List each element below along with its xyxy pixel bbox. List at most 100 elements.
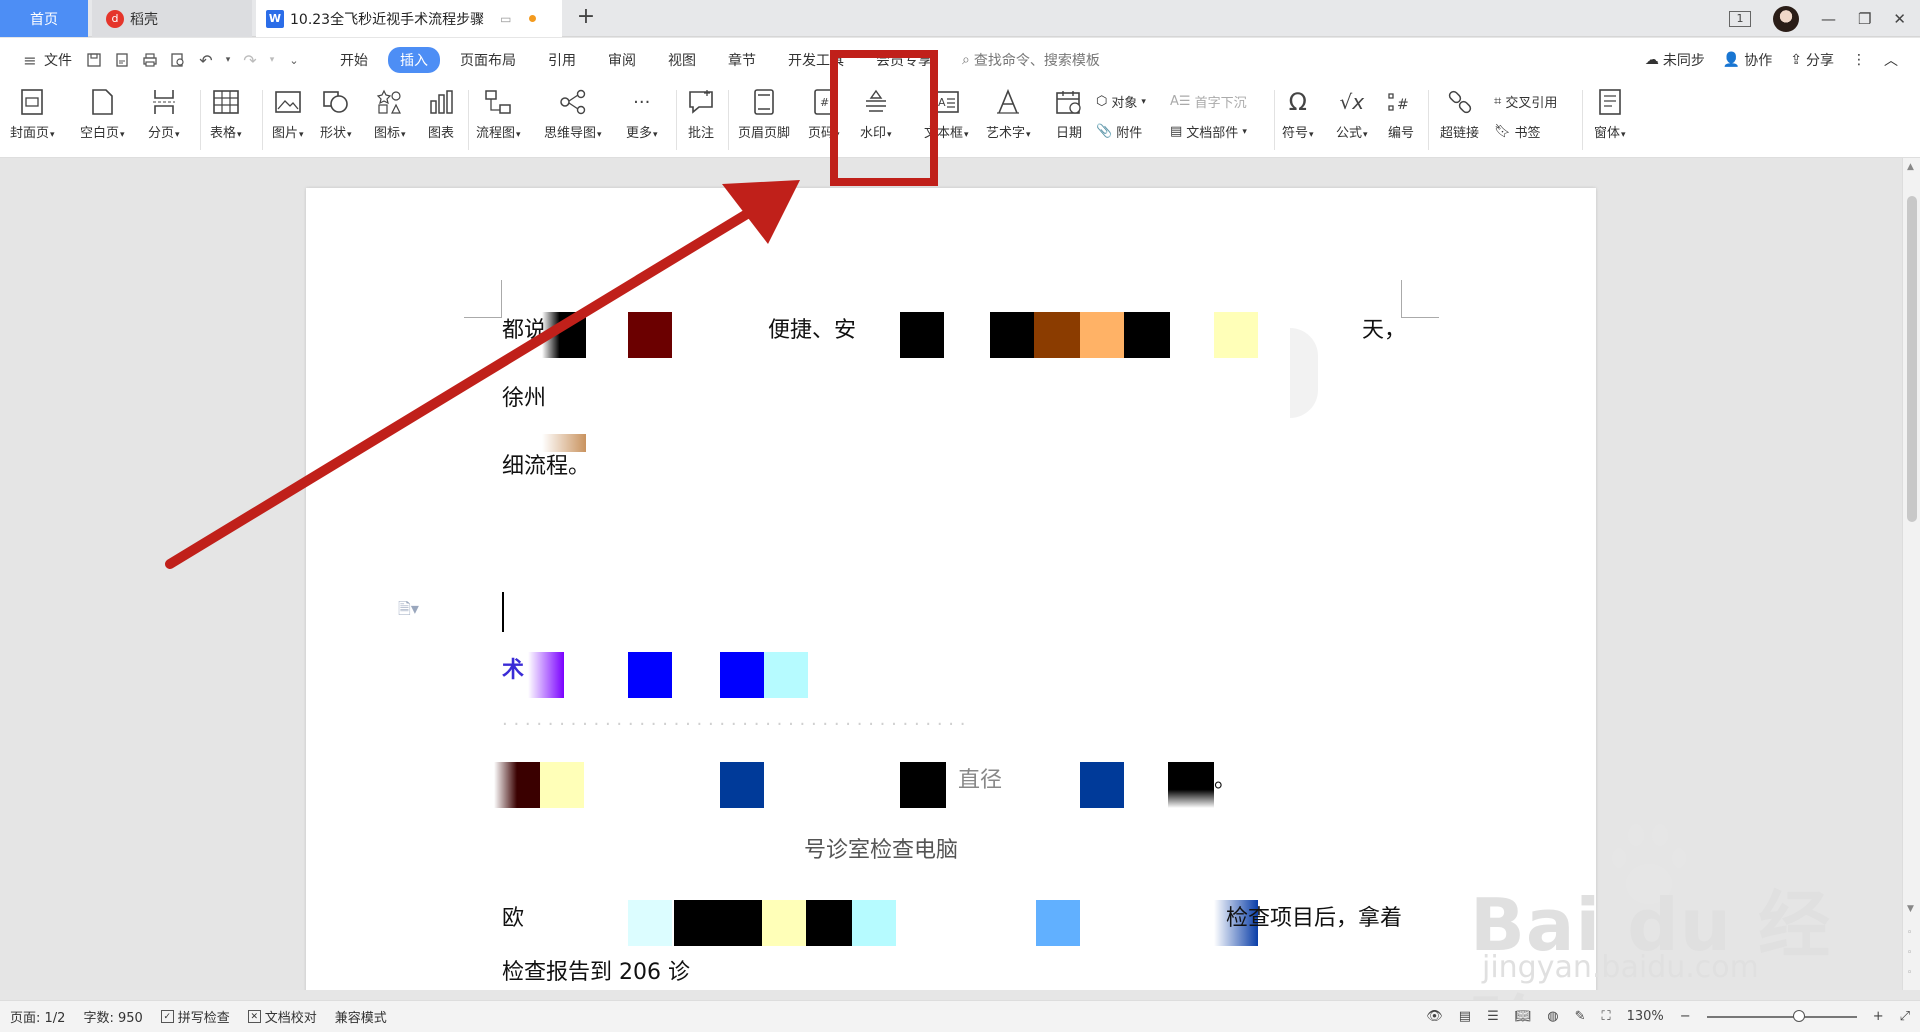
fullscreen-icon[interactable]: ⤢ xyxy=(1900,1009,1910,1024)
undo-dropdown-icon[interactable]: ▾ xyxy=(224,50,232,70)
eye-protection-icon[interactable]: 👁︎ xyxy=(1426,1009,1443,1024)
fit-page-icon[interactable]: ⛶ xyxy=(1602,1009,1611,1024)
tab-daoke[interactable]: d 稻壳 xyxy=(92,0,252,37)
tab-home[interactable]: 首页 xyxy=(0,0,88,37)
next-page-icon[interactable]: ◦ xyxy=(1907,968,1912,978)
ribbon-separator xyxy=(728,90,729,150)
header-footer-button[interactable]: 页眉页脚 xyxy=(738,86,790,141)
tab-document[interactable]: W 10.23全飞秒近视手术流程步骤 ▭ xyxy=(256,0,562,37)
mindmap-button[interactable]: 思维导图▾ xyxy=(544,86,602,141)
attachment-button[interactable]: 📎 附件 xyxy=(1096,122,1142,141)
drop-cap-button[interactable]: A☰ 首字下沉 xyxy=(1170,92,1247,111)
close-button[interactable]: ✕ xyxy=(1893,10,1906,28)
zoom-slider-knob[interactable] xyxy=(1792,1009,1805,1022)
print-icon[interactable] xyxy=(140,50,160,70)
share-button[interactable]: ⇪ 分享 xyxy=(1790,50,1834,70)
more-button[interactable]: ··· 更多▾ xyxy=(626,86,658,142)
zoom-in-button[interactable]: + xyxy=(1873,1009,1884,1024)
minimize-button[interactable]: — xyxy=(1821,10,1836,28)
file-menu[interactable]: ≡ 文件 xyxy=(16,50,76,70)
page-side-handle[interactable] xyxy=(1290,328,1318,418)
page-view-icon[interactable]: ▤ xyxy=(1459,1009,1471,1024)
scroll-up-icon[interactable]: ▲ xyxy=(1907,162,1914,172)
write-mode-icon[interactable]: ✎ xyxy=(1575,1009,1586,1024)
paragraph-line-2[interactable]: 徐州 xyxy=(502,380,546,412)
symbol-label: 符号 xyxy=(1282,126,1309,141)
doc-parts-button[interactable]: ▤ 文档部件 ▾ xyxy=(1170,122,1247,141)
cover-page-button[interactable]: 封面页▾ xyxy=(10,86,55,141)
spellcheck-button[interactable]: ✓ 拼写检查 xyxy=(160,1007,230,1026)
vertical-scrollbar[interactable]: ▲ ▼ ◦ ◦ ◦ xyxy=(1902,158,1920,990)
paragraph-line-9[interactable]: 检查报告到 206 诊 xyxy=(502,954,690,986)
scrollbar-thumb[interactable] xyxy=(1907,196,1917,522)
command-search[interactable]: ⌕ 查找命令、搜索模板 xyxy=(962,50,1100,70)
blank-page-button[interactable]: 空白页▾ xyxy=(80,86,125,141)
sync-status-button[interactable]: ☁ 未同步 xyxy=(1645,50,1705,70)
date-button[interactable]: 日期 xyxy=(1054,86,1084,141)
form-button[interactable]: 窗体▾ xyxy=(1594,86,1626,141)
shape-button[interactable]: 形状▾ xyxy=(320,86,352,141)
tab-chapter[interactable]: 章节 xyxy=(716,47,768,73)
formula-button[interactable]: √x 公式▾ xyxy=(1336,86,1368,141)
outline-view-icon[interactable]: ☰ xyxy=(1487,1009,1499,1024)
hyperlink-button[interactable]: 超链接 xyxy=(1440,86,1479,141)
web-view-icon[interactable]: ◍ xyxy=(1547,1009,1558,1024)
monitor-icon[interactable]: ▭ xyxy=(500,12,511,26)
blank-page-label: 空白页 xyxy=(80,126,120,141)
table-button[interactable]: 表格▾ xyxy=(210,86,242,141)
symbol-button[interactable]: Ω 符号▾ xyxy=(1282,86,1314,141)
reading-view-icon[interactable]: 📖︎ xyxy=(1515,1009,1532,1024)
redo-dropdown-icon[interactable]: ▾ xyxy=(268,50,276,70)
collapse-ribbon-icon[interactable]: ︿ xyxy=(1884,50,1898,70)
restore-button[interactable]: ❐ xyxy=(1858,10,1871,28)
new-tab-button[interactable]: + xyxy=(572,4,600,29)
more-options-icon[interactable]: ⋮ xyxy=(1852,52,1866,68)
tab-review[interactable]: 审阅 xyxy=(596,47,648,73)
avatar[interactable] xyxy=(1772,5,1799,32)
page-indicator[interactable]: 页面: 1/2 xyxy=(10,1007,65,1026)
object-button[interactable]: ⬡ 对象 ▾ xyxy=(1096,92,1146,111)
heading-text[interactable]: 术 xyxy=(502,652,524,684)
wordart-button[interactable]: 艺术字▾ xyxy=(986,86,1031,141)
numbering-button[interactable]: # 编号 xyxy=(1386,86,1416,141)
paragraph-line-3[interactable]: 细流程。 xyxy=(502,448,590,480)
print-preview-icon[interactable] xyxy=(168,50,188,70)
flowchart-button[interactable]: 流程图▾ xyxy=(476,86,521,141)
collaborate-button[interactable]: 👤 协作 xyxy=(1723,50,1772,70)
icon-button[interactable]: 图标▾ xyxy=(374,86,406,141)
hamburger-icon: ≡ xyxy=(23,50,37,70)
window-count-icon[interactable]: 1 xyxy=(1728,10,1751,27)
select-browse-icon[interactable]: ◦ xyxy=(1907,948,1912,958)
bookmark-button[interactable]: 🔖︎ 书签 xyxy=(1494,122,1541,141)
scroll-down-icon[interactable]: ▼ xyxy=(1907,904,1914,914)
paragraph-layout-icon[interactable]: 🗎▾ xyxy=(398,598,419,625)
header-footer-icon xyxy=(749,86,779,118)
picture-button[interactable]: 图片▾ xyxy=(272,86,304,141)
paragraph-line-7[interactable]: 号诊室检查电脑 xyxy=(804,832,958,864)
redo-icon[interactable]: ↷ xyxy=(240,50,260,70)
tab-references[interactable]: 引用 xyxy=(536,47,588,73)
paragraph-line-1[interactable]: 都说 xyxy=(502,312,546,344)
redaction-block xyxy=(900,762,946,808)
save-icon[interactable] xyxy=(84,50,104,70)
tab-view[interactable]: 视图 xyxy=(656,47,708,73)
page-break-button[interactable]: 分页▾ xyxy=(148,86,180,141)
share-label: 分享 xyxy=(1806,53,1834,69)
zoom-level[interactable]: 130% xyxy=(1627,1009,1664,1024)
zoom-slider[interactable] xyxy=(1706,1009,1857,1022)
tab-start[interactable]: 开始 xyxy=(328,47,380,73)
zoom-out-button[interactable]: − xyxy=(1680,1009,1691,1024)
tab-insert[interactable]: 插入 xyxy=(388,47,440,73)
cross-reference-button[interactable]: ⌗ 交叉引用 xyxy=(1494,92,1557,111)
document-page[interactable]: 都说 便捷、安 天， 徐州 细流程。 🗎▾ 术 · · · · · · · · … xyxy=(306,188,1596,990)
word-count[interactable]: 字数: 950 xyxy=(83,1007,142,1026)
tab-page-layout[interactable]: 页面布局 xyxy=(448,47,528,73)
prev-page-icon[interactable]: ◦ xyxy=(1907,928,1912,938)
export-pdf-icon[interactable] xyxy=(112,50,132,70)
proofread-button[interactable]: ✕ 文档校对 xyxy=(247,1007,317,1026)
undo-icon[interactable]: ↶ xyxy=(196,50,216,70)
chart-button[interactable]: 图表 xyxy=(426,86,456,141)
comment-button[interactable]: 批注 xyxy=(686,86,716,141)
doc-parts-label: 文档部件 xyxy=(1186,126,1239,141)
customize-toolbar-icon[interactable]: ⌄ xyxy=(284,50,304,70)
